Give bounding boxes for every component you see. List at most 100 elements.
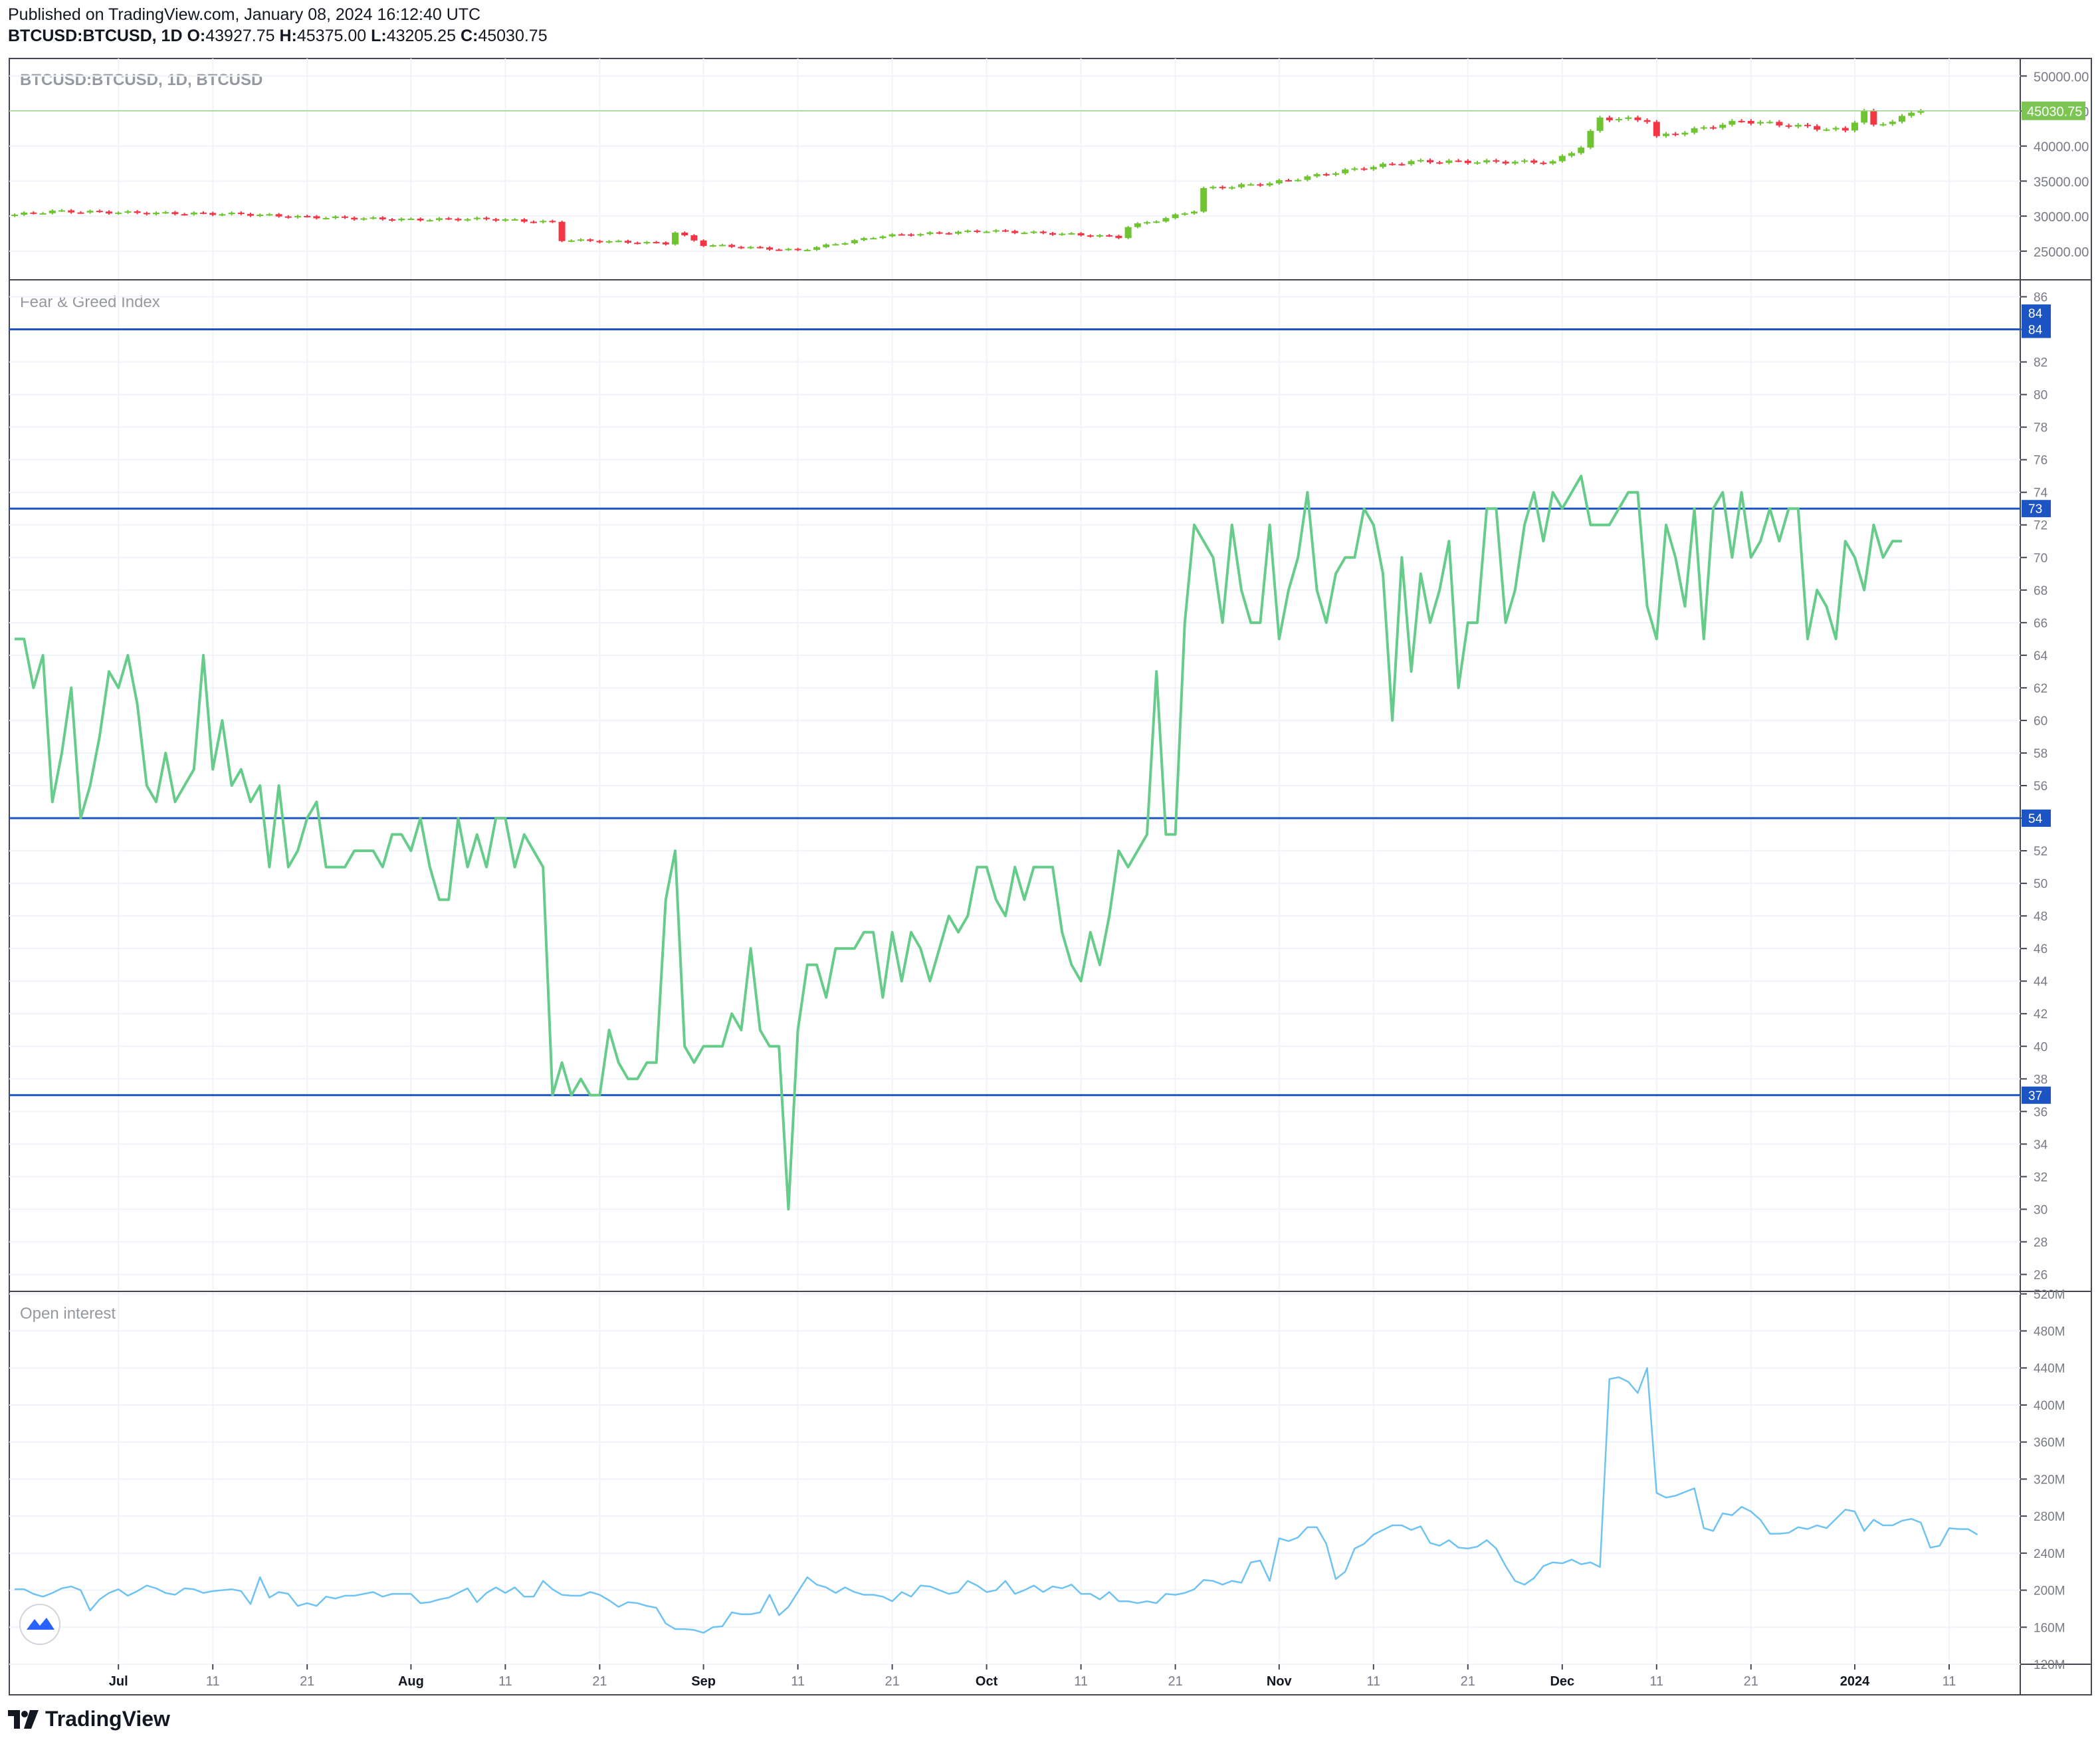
fear-greed-line	[15, 475, 1902, 1211]
candle-body	[1275, 180, 1283, 183]
chart-canvas[interactable]: BTCUSD:BTCUSD, 1D, BTCUSD50000.0045000.0…	[0, 0, 2100, 1744]
candle-body	[1106, 235, 1113, 237]
candle-body	[1889, 122, 1896, 124]
candle-body	[181, 214, 188, 216]
candle-body	[257, 214, 264, 216]
candle-body	[700, 240, 707, 247]
tradingview-logo[interactable]: TradingView	[8, 1707, 170, 1731]
candle-body	[1521, 160, 1528, 162]
candle-body	[549, 221, 556, 223]
candle-body	[1483, 160, 1491, 163]
fg-axis-label: 48	[2034, 910, 2048, 924]
candle-body	[974, 231, 981, 233]
candle-body	[728, 245, 736, 247]
candle-body	[502, 219, 509, 221]
candle-body	[1766, 122, 1774, 124]
level-tag-label: 84	[2028, 307, 2043, 321]
candle-body	[398, 219, 405, 221]
candle-body	[379, 217, 386, 219]
candle-body	[1427, 160, 1433, 163]
candle-body	[917, 234, 924, 236]
candle-body	[823, 244, 830, 247]
candle-body	[96, 211, 103, 213]
candle-body	[30, 212, 37, 214]
candle-body	[49, 210, 56, 213]
candle-body	[445, 218, 453, 220]
candle-body	[1757, 122, 1764, 124]
candle-body	[1549, 161, 1556, 164]
candle-body	[115, 212, 122, 214]
candle-body	[1530, 160, 1538, 163]
candle-body	[1059, 233, 1066, 235]
candle-body	[1511, 162, 1519, 164]
fg-axis-label: 76	[2034, 454, 2048, 468]
candle-body	[1776, 122, 1783, 126]
fg-axis-label: 72	[2034, 519, 2048, 533]
fg-axis-label: 46	[2034, 942, 2048, 956]
candle-body	[662, 242, 669, 245]
candle-body	[1021, 233, 1028, 235]
price-pane-title: BTCUSD:BTCUSD, 1D, BTCUSD	[20, 71, 262, 89]
candle-body	[322, 218, 330, 220]
candle-body	[21, 212, 28, 215]
candle-body	[1558, 156, 1566, 162]
candle-body	[1370, 167, 1377, 169]
candle-body	[1804, 124, 1811, 126]
open-interest-line	[15, 1366, 1978, 1634]
candle-body	[558, 221, 566, 241]
candle-body	[1851, 122, 1858, 131]
candle-body	[436, 218, 443, 221]
candle-body	[284, 216, 292, 218]
candle-body	[1474, 162, 1481, 164]
candle-body	[926, 232, 934, 235]
fg-axis-label: 56	[2034, 780, 2048, 794]
candle-body	[983, 231, 990, 233]
candle-body	[672, 232, 679, 245]
oi-axis-label: 400M	[2034, 1399, 2065, 1413]
candle-body	[162, 212, 169, 214]
candle-body	[747, 247, 754, 249]
candle-body	[1653, 122, 1660, 136]
fg-axis-label: 66	[2034, 617, 2048, 631]
candle-body	[1436, 162, 1443, 164]
fg-axis-label: 58	[2034, 747, 2048, 761]
candle-body	[813, 247, 820, 250]
candle-body	[992, 230, 999, 232]
candle-body	[134, 211, 141, 213]
candle-body	[426, 220, 433, 222]
x-axis-label: 21	[1461, 1674, 1475, 1689]
candle-body	[143, 213, 150, 215]
candle-body	[1219, 187, 1226, 189]
candle-body	[1068, 233, 1075, 235]
candle-body	[1794, 124, 1802, 127]
candle-body	[124, 211, 132, 213]
fg-axis-label: 30	[2034, 1203, 2048, 1217]
fg-axis-label: 62	[2034, 682, 2048, 696]
fg-axis-label: 32	[2034, 1170, 2048, 1184]
candle-body	[643, 242, 651, 244]
candle-body	[1578, 148, 1585, 154]
x-axis-label: 2024	[1840, 1674, 1870, 1689]
candle-body	[1097, 235, 1103, 237]
fg-axis-label: 40	[2034, 1040, 2048, 1054]
candle-body	[190, 212, 197, 215]
candle-body	[77, 212, 84, 214]
candle-body	[1606, 117, 1613, 120]
candle-body	[1738, 120, 1745, 122]
candle-body	[615, 241, 622, 243]
candle-body	[776, 249, 783, 251]
logo-badge	[19, 1604, 60, 1645]
candle-body	[1417, 160, 1424, 162]
candle-body	[634, 243, 641, 245]
fg-axis-label: 82	[2034, 356, 2048, 370]
candle-body	[369, 217, 377, 219]
candle-body	[1729, 120, 1736, 125]
candle-body	[1049, 233, 1056, 235]
candle-body	[1643, 120, 1651, 122]
candle-body	[1247, 184, 1255, 186]
fg-axis-label: 34	[2034, 1138, 2048, 1152]
x-axis-label: Nov	[1267, 1674, 1293, 1689]
level-tag-label: 84	[2028, 324, 2043, 338]
candle-body	[1257, 184, 1264, 186]
candle-body	[945, 233, 952, 235]
